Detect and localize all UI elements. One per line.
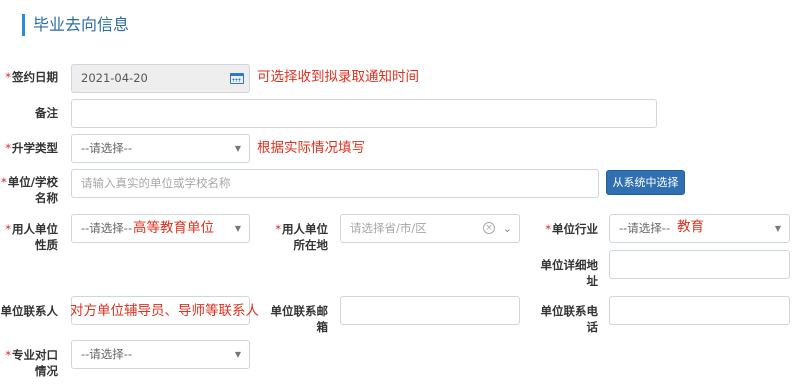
contact-person-label: 单位联系人 bbox=[0, 304, 59, 318]
contact-phone-label: 单位联系电话 bbox=[540, 304, 599, 334]
employer-location-label: *用人单位所在地 bbox=[275, 222, 328, 252]
sign-date-field[interactable]: 2021-04-20 bbox=[71, 64, 250, 93]
employer-input[interactable]: 请输入真实的单位或学校名称 bbox=[71, 169, 599, 198]
address-input[interactable] bbox=[609, 250, 790, 279]
caret-down-icon: ▼ bbox=[774, 224, 781, 233]
remarks-label: 备注 bbox=[35, 106, 58, 120]
address-label: 单位详细地址 bbox=[540, 258, 599, 288]
caret-down-icon: ▼ bbox=[234, 144, 241, 153]
contact-person-note: 对方单位辅导员、导师等联系人 bbox=[70, 303, 259, 319]
industry-note: 教育 bbox=[677, 219, 704, 235]
caret-down-icon: ▼ bbox=[234, 350, 241, 359]
sign-date-label: *签约日期 bbox=[5, 70, 58, 84]
further-study-type-label: *升学类型 bbox=[5, 141, 58, 155]
remarks-input[interactable] bbox=[71, 99, 657, 128]
clear-circle-icon[interactable]: × bbox=[483, 222, 495, 234]
contact-phone-input[interactable] bbox=[609, 296, 790, 325]
major-match-label: *专业对口情况 bbox=[5, 348, 58, 378]
sign-date-note: 可选择收到拟录取通知时间 bbox=[257, 69, 419, 85]
employer-label: *单位/学校名称 bbox=[1, 175, 58, 205]
major-match-select[interactable]: --请选择-- ▼ bbox=[71, 340, 250, 369]
chevron-down-icon: ⌄ bbox=[502, 222, 512, 235]
employer-location-cascader[interactable]: 请选择省/市/区 × ⌄ bbox=[340, 214, 520, 243]
section-title: 毕业去向信息 bbox=[33, 15, 130, 34]
industry-label: *单位行业 bbox=[545, 222, 598, 236]
contact-email-input[interactable] bbox=[340, 296, 520, 325]
select-from-system-button[interactable]: 从系统中选择 bbox=[606, 170, 685, 195]
section-accent-bar bbox=[22, 14, 25, 36]
further-study-type-select[interactable]: --请选择-- ▼ bbox=[71, 134, 250, 163]
employer-nature-label: *用人单位性质 bbox=[5, 222, 58, 252]
contact-email-label: 单位联系邮箱 bbox=[270, 304, 329, 334]
further-study-type-note: 根据实际情况填写 bbox=[257, 140, 365, 156]
caret-down-icon: ▼ bbox=[234, 224, 241, 233]
calendar-icon[interactable] bbox=[230, 73, 244, 84]
employer-nature-note: 高等教育单位 bbox=[133, 220, 214, 236]
